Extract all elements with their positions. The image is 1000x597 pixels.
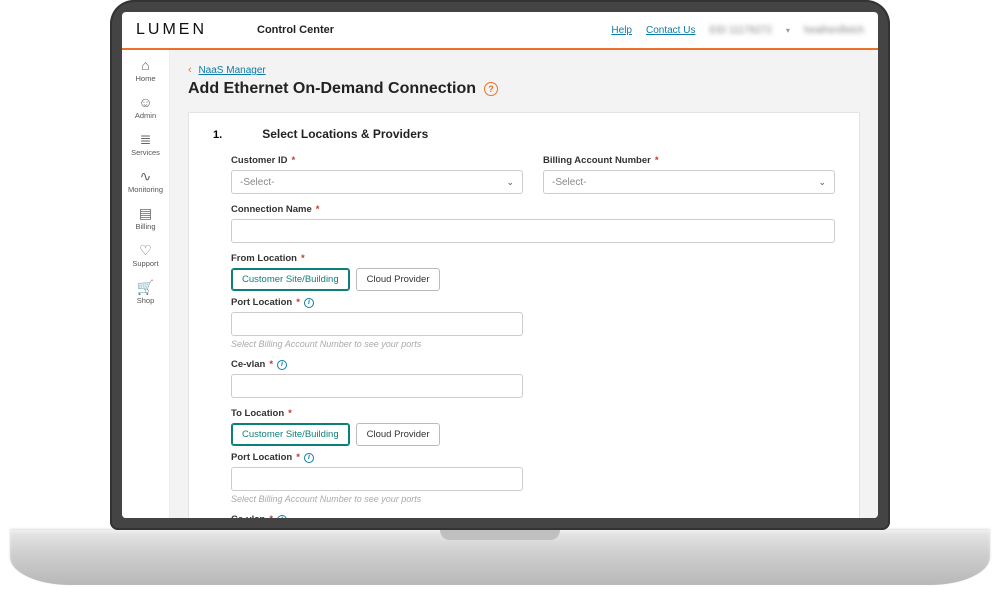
billing-icon: ▤ xyxy=(139,206,152,220)
info-icon[interactable]: i xyxy=(277,515,287,519)
sidebar-item-admin[interactable]: ☺ Admin xyxy=(135,95,156,120)
chevron-down-icon[interactable]: ▾ xyxy=(786,26,790,35)
from-cloud-button[interactable]: Cloud Provider xyxy=(356,268,441,291)
to-port-hint: Select Billing Account Number to see you… xyxy=(231,494,523,504)
sidebar-item-support[interactable]: ♡ Support xyxy=(132,243,158,268)
info-icon[interactable]: i xyxy=(304,453,314,463)
to-ce-vlan-label: Ce-vlan* i xyxy=(231,514,523,518)
from-ce-vlan-label: Ce-vlan* i xyxy=(231,359,523,370)
sidebar-item-services[interactable]: ≣ Services xyxy=(131,132,160,157)
billing-account-label: Billing Account Number* xyxy=(543,155,835,166)
from-port-location-input[interactable] xyxy=(231,312,523,336)
sidebar-item-shop[interactable]: 🛒 Shop xyxy=(137,280,155,305)
sidebar: ⌂ Home ☺ Admin ≣ Services ∿ Monitoring xyxy=(122,50,170,518)
connection-name-input[interactable] xyxy=(231,219,835,243)
chevron-left-icon: ‹ xyxy=(188,64,192,76)
page-title: Add Ethernet On-Demand Connection ? xyxy=(188,80,860,98)
to-location-label: To Location* xyxy=(231,408,835,419)
shop-icon: 🛒 xyxy=(137,280,154,294)
breadcrumb: ‹ NaaS Manager xyxy=(188,64,860,76)
sidebar-item-label: Home xyxy=(135,74,155,83)
step-title: Select Locations & Providers xyxy=(262,127,428,141)
to-port-location-input[interactable] xyxy=(231,467,523,491)
from-ce-vlan-input[interactable] xyxy=(231,374,523,398)
from-port-location-label: Port Location* i xyxy=(231,297,523,308)
customer-id-select[interactable]: -Select- ⌄ xyxy=(231,170,523,194)
chevron-down-icon: ⌄ xyxy=(506,177,514,188)
sidebar-item-label: Admin xyxy=(135,111,156,120)
brand-logo: LUMEN xyxy=(136,21,207,39)
chevron-down-icon: ⌄ xyxy=(818,177,826,188)
account-id: EID 11179272 xyxy=(709,25,771,36)
sidebar-item-label: Shop xyxy=(137,296,155,305)
contact-us-link[interactable]: Contact Us xyxy=(646,25,695,36)
info-icon[interactable]: i xyxy=(304,298,314,308)
form-card: 1. Select Locations & Providers Customer… xyxy=(188,112,860,518)
to-location-toggle: Customer Site/Building Cloud Provider xyxy=(231,423,835,446)
monitoring-icon: ∿ xyxy=(140,169,152,183)
help-link[interactable]: Help xyxy=(611,25,632,36)
from-site-button[interactable]: Customer Site/Building xyxy=(231,268,350,291)
support-icon: ♡ xyxy=(139,243,152,257)
to-site-button[interactable]: Customer Site/Building xyxy=(231,423,350,446)
from-port-hint: Select Billing Account Number to see you… xyxy=(231,339,523,349)
sidebar-item-label: Monitoring xyxy=(128,185,163,194)
to-cloud-button[interactable]: Cloud Provider xyxy=(356,423,441,446)
sidebar-item-label: Billing xyxy=(135,222,155,231)
from-location-label: From Location* xyxy=(231,253,835,264)
breadcrumb-link[interactable]: NaaS Manager xyxy=(198,65,265,76)
home-icon: ⌂ xyxy=(141,58,149,72)
info-icon[interactable]: i xyxy=(277,360,287,370)
top-header: LUMEN Control Center Help Contact Us EID… xyxy=(122,12,878,50)
user-name: heathenfletch xyxy=(804,25,864,36)
customer-id-label: Customer ID* xyxy=(231,155,523,166)
sidebar-item-monitoring[interactable]: ∿ Monitoring xyxy=(128,169,163,194)
sidebar-item-home[interactable]: ⌂ Home xyxy=(135,58,155,83)
admin-icon: ☺ xyxy=(138,95,152,109)
connection-name-label: Connection Name* xyxy=(231,204,835,215)
sidebar-item-billing[interactable]: ▤ Billing xyxy=(135,206,155,231)
app-name: Control Center xyxy=(257,24,334,36)
billing-account-select[interactable]: -Select- ⌄ xyxy=(543,170,835,194)
sidebar-item-label: Support xyxy=(132,259,158,268)
sidebar-item-label: Services xyxy=(131,148,160,157)
step-number: 1. xyxy=(213,129,222,141)
services-icon: ≣ xyxy=(140,132,152,146)
content: ‹ NaaS Manager Add Ethernet On-Demand Co… xyxy=(170,50,878,518)
from-location-toggle: Customer Site/Building Cloud Provider xyxy=(231,268,835,291)
to-port-location-label: Port Location* i xyxy=(231,452,523,463)
help-icon[interactable]: ? xyxy=(484,82,498,96)
